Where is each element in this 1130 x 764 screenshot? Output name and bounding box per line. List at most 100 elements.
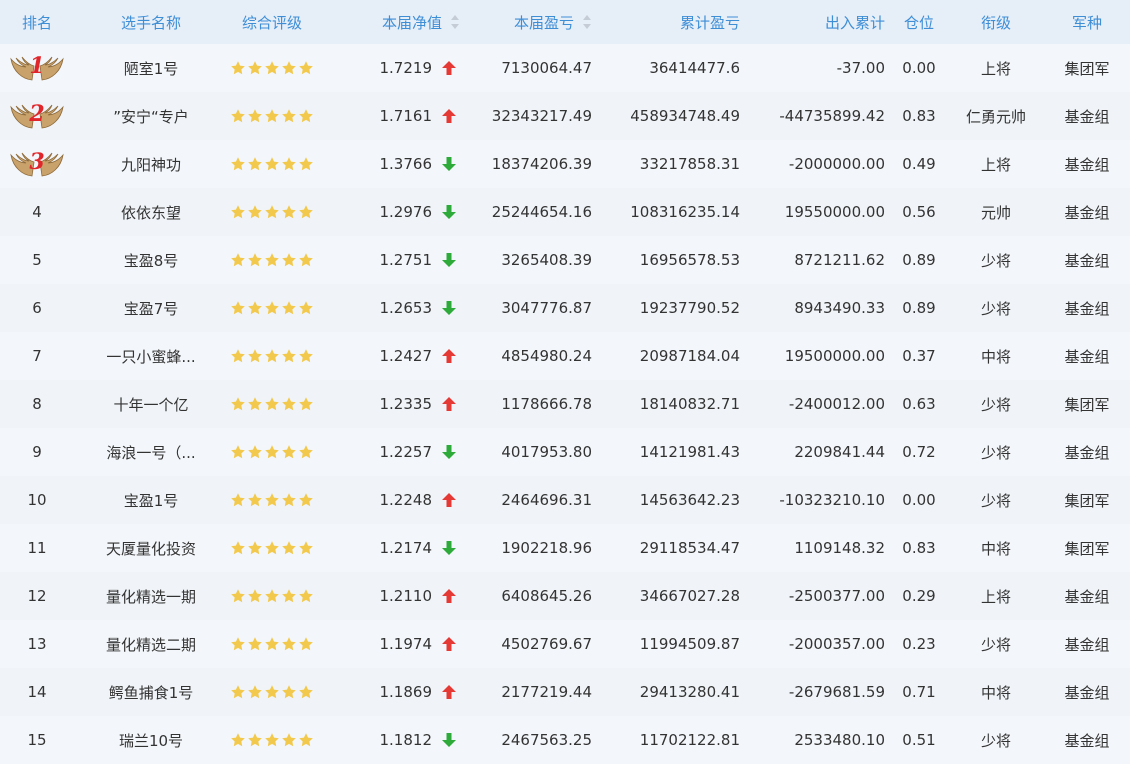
table-row[interactable]: 8 十年一个亿 1.2335 1178666.78 18140832.71 -2… xyxy=(0,380,1130,428)
position-cell: 0.89 xyxy=(902,251,936,269)
medal-rank-number: 1 xyxy=(29,53,45,79)
rating-cell xyxy=(226,332,318,380)
col-pnl-header-label: 本届盈亏 xyxy=(513,13,574,32)
col-rating-header[interactable]: 综合评级 xyxy=(226,0,318,44)
star-rating xyxy=(230,396,314,412)
ranking-table: 排名 选手名称 综合评级 本届净值 本届盈亏 累计盈亏 出入累计 仓位 衔级 军… xyxy=(0,0,1130,764)
grade-cell: 上将 xyxy=(980,155,1011,174)
col-pos-header[interactable]: 仓位 xyxy=(888,0,950,44)
star-icon xyxy=(298,684,314,700)
rank-cell: 4 xyxy=(32,203,42,221)
table-row[interactable]: 5 宝盈8号 1.2751 3265408.39 16956578.53 872… xyxy=(0,236,1130,284)
star-icon xyxy=(230,204,246,220)
table-row[interactable]: 3 九阳神功 1.3766 18374206.39 33217858.31 -2… xyxy=(0,140,1130,188)
player-name[interactable]: 宝盈8号 xyxy=(76,236,226,284)
star-icon xyxy=(230,444,246,460)
io-cell: -2679681.59 xyxy=(788,683,885,701)
table-row[interactable]: 13 量化精选二期 1.1974 4502769.67 11994509.87 … xyxy=(0,620,1130,668)
table-row[interactable]: 10 宝盈1号 1.2248 2464696.31 14563642.23 -1… xyxy=(0,476,1130,524)
player-name[interactable]: 十年一个亿 xyxy=(76,380,226,428)
army-cell: 基金组 xyxy=(1064,443,1110,462)
col-grade-header[interactable]: 衔级 xyxy=(950,0,1042,44)
table-row[interactable]: 11 天厦量化投资 1.2174 1902218.96 29118534.47 … xyxy=(0,524,1130,572)
table-row[interactable]: 14 鳄鱼捕食1号 1.1869 2177219.44 29413280.41 … xyxy=(0,668,1130,716)
player-name[interactable]: 鳄鱼捕食1号 xyxy=(76,668,226,716)
nav-value: 1.1812 xyxy=(379,731,433,749)
star-icon xyxy=(247,108,263,124)
player-name[interactable]: 九阳神功 xyxy=(76,140,226,188)
army-cell: 基金组 xyxy=(1064,635,1110,654)
io-cell: 2209841.44 xyxy=(794,443,885,461)
star-icon xyxy=(298,732,314,748)
table-row[interactable]: 1 陋室1号 1.7219 7130064.47 36414477.6 -37.… xyxy=(0,44,1130,92)
star-icon xyxy=(298,540,314,556)
table-row[interactable]: 12 量化精选一期 1.2110 6408645.26 34667027.28 … xyxy=(0,572,1130,620)
position-cell: 0.83 xyxy=(902,539,936,557)
io-cell: 19500000.00 xyxy=(784,347,885,365)
cum-cell: 29413280.41 xyxy=(639,683,740,701)
rank-cell: 1 xyxy=(0,44,74,92)
position-cell: 0.51 xyxy=(902,731,936,749)
rating-cell xyxy=(226,284,318,332)
table-row[interactable]: 2 ”安宁“专户 1.7161 32343217.49 458934748.49… xyxy=(0,92,1130,140)
player-name[interactable]: 陋室1号 xyxy=(76,44,226,92)
col-nav-header-label: 本届净值 xyxy=(381,13,442,32)
grade-cell: 中将 xyxy=(980,539,1011,558)
io-cell: -2000357.00 xyxy=(788,635,885,653)
nav-cell: 1.2653 xyxy=(330,284,460,332)
nav-cell: 1.1869 xyxy=(330,668,460,716)
star-icon xyxy=(281,732,297,748)
col-army-header[interactable]: 军种 xyxy=(1044,0,1130,44)
table-row[interactable]: 4 依依东望 1.2976 25244654.16 108316235.14 1… xyxy=(0,188,1130,236)
io-cell: 2533480.10 xyxy=(794,731,885,749)
col-io-header[interactable]: 出入累计 xyxy=(744,0,885,44)
player-name[interactable]: 宝盈7号 xyxy=(76,284,226,332)
nav-cell: 1.3766 xyxy=(330,140,460,188)
player-name[interactable]: 天厦量化投资 xyxy=(76,524,226,572)
pnl-cell: 6408645.26 xyxy=(501,587,592,605)
player-name[interactable]: ”安宁“专户 xyxy=(76,92,226,140)
arrow-down-icon xyxy=(442,733,456,747)
pnl-cell: 32343217.49 xyxy=(491,107,592,125)
star-rating xyxy=(230,348,314,364)
star-icon xyxy=(298,204,314,220)
sort-icon[interactable] xyxy=(450,14,460,30)
pnl-cell: 3047776.87 xyxy=(501,299,592,317)
table-row[interactable]: 15 瑞兰10号 1.1812 2467563.25 11702122.81 2… xyxy=(0,716,1130,764)
rating-cell xyxy=(226,140,318,188)
player-name[interactable]: 量化精选二期 xyxy=(76,620,226,668)
grade-cell: 少将 xyxy=(980,443,1011,462)
sort-icon[interactable] xyxy=(582,14,592,30)
player-name[interactable]: 量化精选一期 xyxy=(76,572,226,620)
army-cell: 集团军 xyxy=(1064,539,1110,558)
star-icon xyxy=(298,156,314,172)
star-icon xyxy=(247,60,263,76)
pnl-cell: 25244654.16 xyxy=(491,203,592,221)
player-name[interactable]: 依依东望 xyxy=(76,188,226,236)
army-cell: 基金组 xyxy=(1064,107,1110,126)
col-pnl-header[interactable]: 本届盈亏 xyxy=(470,0,592,44)
star-icon xyxy=(247,204,263,220)
col-rank-header[interactable]: 排名 xyxy=(0,0,74,44)
rank-cell: 2 xyxy=(0,92,74,140)
player-name[interactable]: 瑞兰10号 xyxy=(76,716,226,764)
table-row[interactable]: 6 宝盈7号 1.2653 3047776.87 19237790.52 894… xyxy=(0,284,1130,332)
rank-cell: 5 xyxy=(32,251,42,269)
grade-cell: 少将 xyxy=(980,395,1011,414)
grade-cell: 仁勇元帅 xyxy=(965,107,1026,126)
player-name[interactable]: 宝盈1号 xyxy=(76,476,226,524)
nav-value: 1.2653 xyxy=(379,299,433,317)
table-row[interactable]: 7 一只小蜜蜂... 1.2427 4854980.24 20987184.04… xyxy=(0,332,1130,380)
table-row[interactable]: 9 海浪一号（... 1.2257 4017953.80 14121981.43… xyxy=(0,428,1130,476)
star-rating xyxy=(230,300,314,316)
col-name-header[interactable]: 选手名称 xyxy=(76,0,226,44)
star-icon xyxy=(230,588,246,604)
star-icon xyxy=(298,252,314,268)
player-name[interactable]: 海浪一号（... xyxy=(76,428,226,476)
position-cell: 0.49 xyxy=(902,155,936,173)
col-nav-header[interactable]: 本届净值 xyxy=(330,0,460,44)
army-cell: 基金组 xyxy=(1064,203,1110,222)
col-cum-header[interactable]: 累计盈亏 xyxy=(600,0,740,44)
player-name[interactable]: 一只小蜜蜂... xyxy=(76,332,226,380)
cum-cell: 20987184.04 xyxy=(639,347,740,365)
